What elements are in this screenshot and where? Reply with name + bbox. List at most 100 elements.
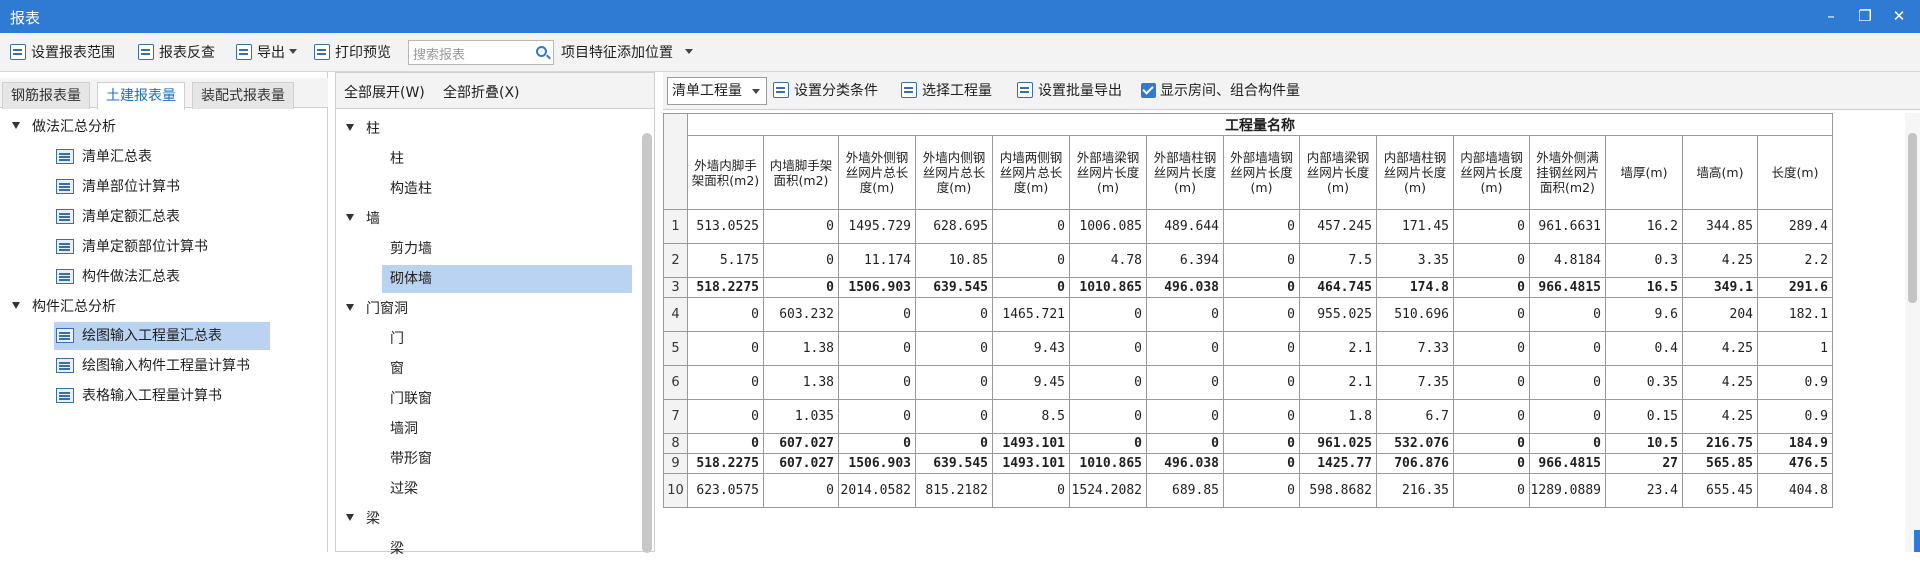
column-header[interactable]: 外部墙墙钢丝网片长度(m)	[1223, 135, 1300, 210]
search-icon[interactable]	[536, 46, 547, 57]
report-item[interactable]: 清单定额部位计算书	[56, 233, 208, 261]
table-cell[interactable]: 0	[992, 473, 1070, 508]
table-cell[interactable]: 0	[1529, 365, 1606, 400]
table-cell[interactable]: 10.85	[915, 243, 993, 278]
table-cell[interactable]: 1.8	[1299, 399, 1377, 434]
component-tree-item[interactable]: 窗	[386, 355, 404, 383]
table-cell[interactable]: 1425.77	[1299, 453, 1377, 474]
table-cell[interactable]: 0.35	[1605, 365, 1683, 400]
table-cell[interactable]: 11.174	[838, 243, 916, 278]
component-tree-item[interactable]: 构造柱	[386, 175, 432, 203]
set-category-button[interactable]: 设置分类条件	[773, 79, 878, 103]
table-cell[interactable]: 518.2275	[687, 277, 764, 298]
table-cell[interactable]: 0	[1223, 297, 1300, 332]
table-cell[interactable]: 0	[1223, 399, 1300, 434]
scrollbar-thumb[interactable]	[1908, 133, 1917, 303]
set-report-range-button[interactable]: 设置报表范围	[10, 41, 115, 65]
table-cell[interactable]: 0	[1223, 277, 1300, 298]
batch-export-button[interactable]: 设置批量导出	[1017, 79, 1122, 103]
select-quantity-button[interactable]: 选择工程量	[901, 79, 992, 103]
table-cell[interactable]: 496.038	[1146, 453, 1224, 474]
table-cell[interactable]: 16.2	[1605, 209, 1683, 244]
table-cell[interactable]: 0	[838, 331, 916, 366]
report-item[interactable]: 清单定额汇总表	[56, 203, 180, 231]
table-cell[interactable]: 0	[1146, 365, 1224, 400]
table-cell[interactable]: 966.4815	[1529, 277, 1606, 298]
table-cell[interactable]: 404.8	[1757, 473, 1833, 508]
table-cell[interactable]: 0	[1453, 277, 1530, 298]
quantity-type-select[interactable]: 清单工程量	[667, 77, 767, 105]
table-row[interactable]: 10 623.0575 0 2014.0582 815.2182 0 1524.2082 68…	[663, 473, 1833, 508]
table-row[interactable]: 7 0 1.035 0 0 8.5 0 0 0 1.8 6.7 0 0 0.15 4.25 0.9	[663, 399, 1833, 434]
column-header[interactable]: 外墙外侧钢丝网片总长度(m)	[838, 135, 916, 210]
report-item[interactable]: 绘图输入构件工程量计算书	[56, 352, 250, 380]
table-cell[interactable]: 565.85	[1682, 453, 1758, 474]
table-cell[interactable]: 0	[1223, 453, 1300, 474]
restore-button[interactable]: ❐	[1852, 4, 1878, 28]
table-cell[interactable]: 182.1	[1757, 297, 1833, 332]
table-cell[interactable]: 3.35	[1376, 243, 1454, 278]
table-cell[interactable]: 184.9	[1757, 433, 1833, 454]
tab-prefab-report[interactable]: 装配式报表量	[192, 82, 294, 109]
table-cell[interactable]: 1.38	[763, 365, 839, 400]
table-cell[interactable]: 216.35	[1376, 473, 1454, 508]
table-cell[interactable]: 1	[1757, 331, 1833, 366]
component-tree-group[interactable]: 梁	[346, 505, 380, 533]
column-header[interactable]: 内部墙墙钢丝网片长度(m)	[1453, 135, 1530, 210]
table-row[interactable]: 9 518.2275 607.027 1506.903 639.545 1493.101 1…	[663, 453, 1833, 474]
table-cell[interactable]: 4.25	[1682, 365, 1758, 400]
tree-group-component-summary[interactable]: 构件汇总分析	[12, 293, 116, 321]
row-number[interactable]: 7	[663, 399, 688, 434]
show-rooms-checkbox[interactable]: 显示房间、组合构件量	[1141, 79, 1300, 103]
table-cell[interactable]: 815.2182	[915, 473, 993, 508]
table-cell[interactable]: 0	[838, 399, 916, 434]
table-cell[interactable]: 476.5	[1757, 453, 1833, 474]
table-cell[interactable]: 0	[1529, 297, 1606, 332]
table-cell[interactable]: 0	[915, 365, 993, 400]
table-row[interactable]: 5 0 1.38 0 0 9.43 0 0 0 2.1 7.33 0 0 0.4 4.25 1	[663, 331, 1833, 366]
table-cell[interactable]: 0	[1069, 331, 1147, 366]
table-cell[interactable]: 289.4	[1757, 209, 1833, 244]
component-tree-item[interactable]: 过梁	[386, 475, 418, 503]
table-cell[interactable]: 1465.721	[992, 297, 1070, 332]
table-cell[interactable]: 655.45	[1682, 473, 1758, 508]
table-cell[interactable]: 961.025	[1299, 433, 1377, 454]
column-header[interactable]: 墙厚(m)	[1605, 135, 1683, 210]
table-cell[interactable]: 0	[687, 365, 764, 400]
table-cell[interactable]: 0	[1529, 399, 1606, 434]
column-header[interactable]: 外墙内脚手架面积(m2)	[687, 135, 764, 210]
component-tree-item[interactable]: 柱	[386, 145, 404, 173]
table-row[interactable]: 8 0 607.027 0 0 1493.101 0 0 0 961.025 532.076 0 0 10…	[663, 433, 1833, 454]
table-cell[interactable]: 8.5	[992, 399, 1070, 434]
row-number[interactable]: 8	[663, 433, 688, 454]
close-button[interactable]: ✕	[1886, 4, 1912, 28]
row-number[interactable]: 5	[663, 331, 688, 366]
tab-civil-report[interactable]: 土建报表量	[97, 82, 185, 110]
table-cell[interactable]: 7.5	[1299, 243, 1377, 278]
table-cell[interactable]: 0	[763, 209, 839, 244]
expand-all-button[interactable]: 全部展开(W)	[344, 82, 425, 102]
table-cell[interactable]: 0	[763, 277, 839, 298]
row-number[interactable]: 6	[663, 365, 688, 400]
minimize-button[interactable]: –	[1818, 4, 1844, 28]
report-item[interactable]: 表格输入工程量计算书	[56, 382, 222, 410]
table-cell[interactable]: 0	[992, 277, 1070, 298]
table-cell[interactable]: 510.696	[1376, 297, 1454, 332]
table-cell[interactable]: 0	[1453, 399, 1530, 434]
table-cell[interactable]: 10.5	[1605, 433, 1683, 454]
column-header[interactable]: 长度(m)	[1757, 135, 1833, 210]
table-cell[interactable]: 607.027	[763, 453, 839, 474]
row-number[interactable]: 4	[663, 297, 688, 332]
column-header[interactable]: 外部墙梁钢丝网片长度(m)	[1069, 135, 1147, 210]
table-cell[interactable]: 0	[838, 297, 916, 332]
table-cell[interactable]: 0	[992, 209, 1070, 244]
column-header[interactable]: 内部墙梁钢丝网片长度(m)	[1299, 135, 1377, 210]
table-cell[interactable]: 0	[763, 473, 839, 508]
table-cell[interactable]: 1493.101	[992, 433, 1070, 454]
table-cell[interactable]: 598.8682	[1299, 473, 1377, 508]
table-cell[interactable]: 0.3	[1605, 243, 1683, 278]
table-cell[interactable]: 0	[1069, 399, 1147, 434]
table-cell[interactable]: 0	[687, 433, 764, 454]
report-item[interactable]: 清单汇总表	[56, 143, 160, 171]
table-row[interactable]: 1 513.0525 0 1495.729 628.695 0 1006.085 489.64…	[663, 209, 1833, 244]
